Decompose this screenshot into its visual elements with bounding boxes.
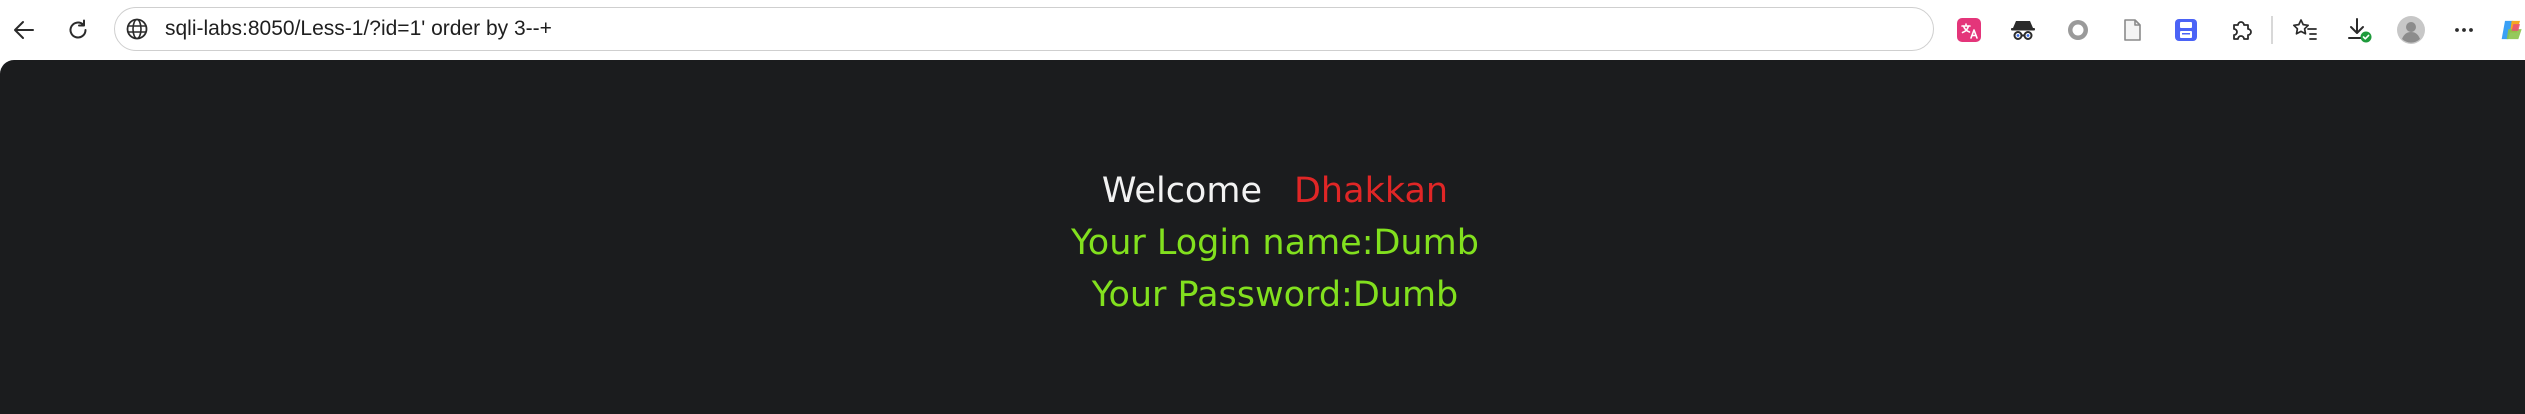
url-text[interactable]: sqli-labs:8050/Less-1/?id=1' order by 3-… bbox=[165, 8, 552, 49]
translate-extension-icon[interactable] bbox=[1954, 15, 1984, 45]
welcome-line: Welcome Dhakkan bbox=[0, 167, 2525, 215]
address-bar[interactable]: sqli-labs:8050/Less-1/?id=1' order by 3-… bbox=[114, 7, 1934, 51]
copilot-icon[interactable] bbox=[2500, 15, 2525, 45]
profile-avatar-icon[interactable] bbox=[2396, 15, 2426, 45]
favorites-star-icon[interactable] bbox=[2290, 15, 2320, 45]
circle-extension-icon[interactable] bbox=[2063, 15, 2093, 45]
save-extension-icon[interactable] bbox=[2171, 15, 2201, 45]
back-arrow-icon[interactable] bbox=[4, 10, 44, 50]
password-text: Your Password:Dumb bbox=[1091, 275, 1459, 315]
login-name-text: Your Login name:Dumb bbox=[1071, 223, 1479, 263]
toolbar-divider bbox=[2271, 16, 2273, 44]
username-text: Dhakkan bbox=[1293, 171, 1449, 211]
spy-extension-icon[interactable] bbox=[2008, 15, 2038, 45]
globe-icon[interactable] bbox=[124, 16, 150, 42]
more-menu-icon[interactable] bbox=[2449, 15, 2479, 45]
downloads-icon[interactable] bbox=[2344, 15, 2374, 45]
browser-toolbar: sqli-labs:8050/Less-1/?id=1' order by 3-… bbox=[0, 0, 2525, 60]
document-extension-icon[interactable] bbox=[2117, 15, 2147, 45]
extensions-puzzle-icon[interactable] bbox=[2226, 15, 2256, 45]
page-content: Welcome Dhakkan Your Login name:Dumb Your… bbox=[0, 60, 2525, 414]
reload-icon[interactable] bbox=[58, 10, 98, 50]
welcome-label: Welcome bbox=[1101, 171, 1262, 211]
browser-window: sqli-labs:8050/Less-1/?id=1' order by 3-… bbox=[0, 0, 2525, 414]
